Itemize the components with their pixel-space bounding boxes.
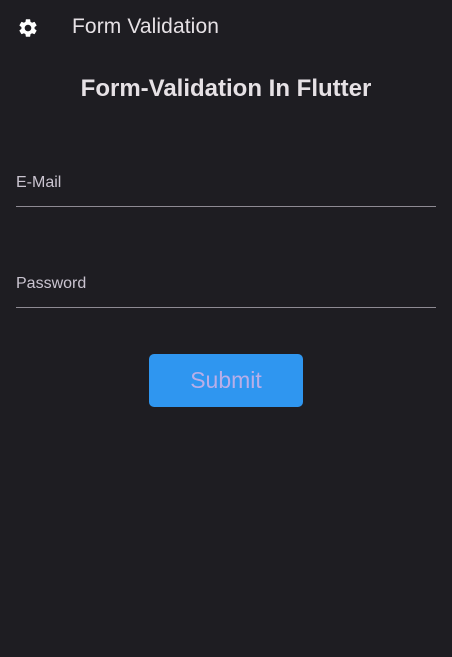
password-field — [16, 261, 436, 309]
email-input[interactable] — [16, 160, 436, 206]
submit-button[interactable]: Submit — [149, 354, 303, 407]
password-input[interactable] — [16, 261, 436, 307]
form-heading: Form-Validation In Flutter — [80, 75, 372, 102]
gear-glyph — [19, 19, 37, 37]
settings-gear-icon[interactable] — [16, 16, 40, 40]
app-bar-title: Form Validation — [72, 15, 220, 38]
app-screen: Form Validation Form-Validation In Flutt… — [0, 0, 452, 657]
password-field-underline — [16, 307, 436, 308]
email-field-underline — [16, 206, 436, 207]
app-bar: Form Validation — [0, 0, 452, 56]
email-field — [16, 160, 436, 208]
